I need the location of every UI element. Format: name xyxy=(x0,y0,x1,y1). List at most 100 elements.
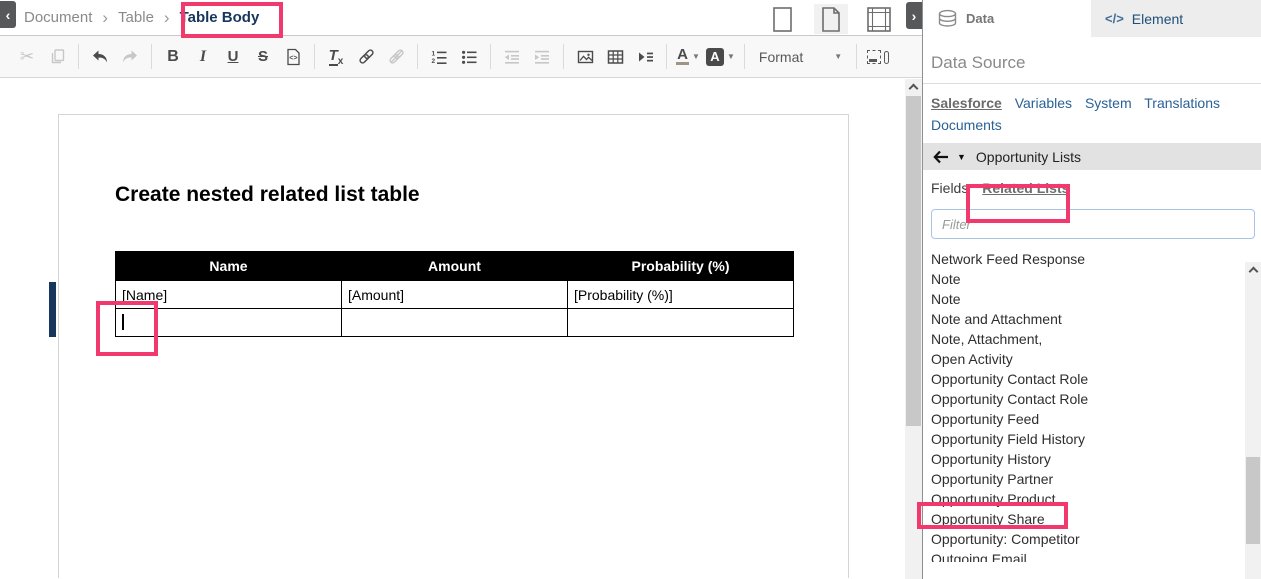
scroll-up-arrow-icon[interactable] xyxy=(905,79,922,95)
source-link-salesforce[interactable]: Salesforce xyxy=(931,95,1002,111)
tab-element-label: Element xyxy=(1132,11,1183,27)
list-item[interactable]: Note and Attachment xyxy=(931,309,1261,329)
breadcrumb: ‹ Document › Table › Table Body › xyxy=(0,0,922,36)
back-button[interactable] xyxy=(933,150,949,164)
code-icon: </> xyxy=(1105,11,1124,26)
table-icon xyxy=(607,49,624,65)
list-item[interactable]: Opportunity Share xyxy=(931,509,1261,529)
text-color-icon: A xyxy=(676,48,689,65)
filter-container xyxy=(923,196,1261,239)
page-plain-icon[interactable] xyxy=(766,4,800,34)
editor-scrollbar-thumb[interactable] xyxy=(906,96,921,426)
sidebar-scrollbar-thumb[interactable] xyxy=(1246,457,1260,544)
source-link-variables[interactable]: Variables xyxy=(1015,95,1072,111)
bulleted-list-icon xyxy=(461,49,477,65)
collapse-left-button[interactable]: ‹ xyxy=(0,1,16,28)
source-field-button[interactable]: <> xyxy=(281,44,305,70)
table-row: [Name] [Amount] [Probability (%)] xyxy=(116,281,794,309)
subtab-related-lists[interactable]: Related Lists xyxy=(982,180,1069,196)
insert-image-button[interactable] xyxy=(573,44,597,70)
text-color-button[interactable]: A▼ xyxy=(676,44,700,70)
related-list-table[interactable]: Name Amount Probability (%) [Name] [Amou… xyxy=(115,251,794,337)
tab-element[interactable]: </> Element xyxy=(1091,0,1261,37)
redo-button[interactable] xyxy=(118,44,142,70)
document-canvas: Create nested related list table Name Am… xyxy=(0,78,922,578)
remove-format-icon: Tx xyxy=(329,47,344,67)
unlink-button[interactable] xyxy=(384,44,408,70)
table-cell-empty[interactable] xyxy=(568,309,794,337)
document-page[interactable]: Create nested related list table Name Am… xyxy=(58,114,849,578)
bold-button[interactable]: B xyxy=(161,44,185,70)
list-item[interactable]: Opportunity Contact Role xyxy=(931,389,1261,409)
redo-icon xyxy=(121,48,139,65)
list-item[interactable]: Note xyxy=(931,269,1261,289)
source-link-system[interactable]: System xyxy=(1085,95,1132,111)
list-item[interactable]: Opportunity: Competitor xyxy=(931,529,1261,549)
list-item[interactable]: Network Feed Response xyxy=(931,249,1261,269)
view-mode-buttons xyxy=(766,4,896,34)
context-bar: ▼ Opportunity Lists xyxy=(923,143,1261,170)
list-item[interactable]: Open Activity xyxy=(931,349,1261,369)
editor-scrollbar[interactable] xyxy=(905,79,922,579)
list-item[interactable]: Outgoing Email xyxy=(931,549,1261,562)
tab-data[interactable]: Data xyxy=(923,0,1091,37)
scroll-up-arrow-icon[interactable] xyxy=(1245,262,1261,278)
sidebar-tabbar: Data </> Element xyxy=(923,0,1261,37)
insert-table-button[interactable] xyxy=(603,44,627,70)
table-cell-empty-focused[interactable] xyxy=(116,309,342,337)
container-button[interactable] xyxy=(866,44,890,70)
link-button[interactable] xyxy=(354,44,378,70)
subtab-fields[interactable]: Fields xyxy=(931,180,968,196)
source-links-row2: Documents xyxy=(931,114,1253,136)
background-color-button[interactable]: A▼ xyxy=(706,44,735,70)
background-color-icon: A xyxy=(706,48,724,66)
source-link-translations[interactable]: Translations xyxy=(1144,95,1220,111)
table-header-probability[interactable]: Probability (%) xyxy=(568,252,794,281)
page-margins-icon[interactable] xyxy=(862,4,896,34)
table-header-amount[interactable]: Amount xyxy=(342,252,568,281)
copy-button[interactable] xyxy=(45,44,69,70)
breadcrumb-item-table[interactable]: Table xyxy=(118,9,154,26)
breadcrumb-item-table-body[interactable]: Table Body xyxy=(180,9,260,26)
strikethrough-button[interactable]: S xyxy=(251,44,275,70)
sidebar-scrollbar[interactable] xyxy=(1245,262,1261,579)
document-heading[interactable]: Create nested related list table xyxy=(115,183,420,207)
insert-template-button[interactable] xyxy=(633,44,657,70)
table-header-name[interactable]: Name xyxy=(116,252,342,281)
outdent-button[interactable] xyxy=(500,44,524,70)
text-cursor xyxy=(122,314,124,330)
toolbar-separator xyxy=(151,44,152,69)
list-item[interactable]: Opportunity Contact Role xyxy=(931,369,1261,389)
indent-button[interactable] xyxy=(530,44,554,70)
table-cell-probability-field[interactable]: [Probability (%)] xyxy=(568,281,794,309)
remove-format-button[interactable]: Tx xyxy=(324,44,348,70)
source-link-documents[interactable]: Documents xyxy=(931,117,1002,133)
format-dropdown[interactable]: Format▼ xyxy=(751,49,850,65)
table-header-row: Name Amount Probability (%) xyxy=(116,252,794,281)
insert-template-icon xyxy=(637,49,654,65)
list-item-opportunity-product[interactable]: Opportunity Product xyxy=(931,489,1261,509)
page-dogear-icon[interactable] xyxy=(814,4,848,34)
table-cell-empty[interactable] xyxy=(342,309,568,337)
bulleted-list-button[interactable] xyxy=(457,44,481,70)
cut-button[interactable]: ✂ xyxy=(15,44,39,70)
italic-button[interactable]: I xyxy=(191,44,215,70)
table-cell-amount-field[interactable]: [Amount] xyxy=(342,281,568,309)
list-item[interactable]: Opportunity Field History xyxy=(931,429,1261,449)
list-item[interactable]: Opportunity Feed xyxy=(931,409,1261,429)
underline-icon: U xyxy=(228,48,239,65)
related-lists-list: Network Feed Response Note Note Note and… xyxy=(923,249,1261,562)
breadcrumb-item-document[interactable]: Document xyxy=(24,9,92,26)
undo-button[interactable] xyxy=(88,44,112,70)
table-cell-name-field[interactable]: [Name] xyxy=(116,281,342,309)
list-item[interactable]: Opportunity Partner xyxy=(931,469,1261,489)
collapse-right-button[interactable]: › xyxy=(906,2,922,29)
dropdown-caret-icon[interactable]: ▼ xyxy=(957,152,966,162)
list-item[interactable]: Note xyxy=(931,289,1261,309)
list-item[interactable]: Opportunity History xyxy=(931,449,1261,469)
underline-button[interactable]: U xyxy=(221,44,245,70)
svg-text:1: 1 xyxy=(432,50,436,57)
list-item[interactable]: Note, Attachment, xyxy=(931,329,1261,349)
numbered-list-button[interactable]: 12 xyxy=(427,44,451,70)
filter-input[interactable] xyxy=(931,209,1255,239)
